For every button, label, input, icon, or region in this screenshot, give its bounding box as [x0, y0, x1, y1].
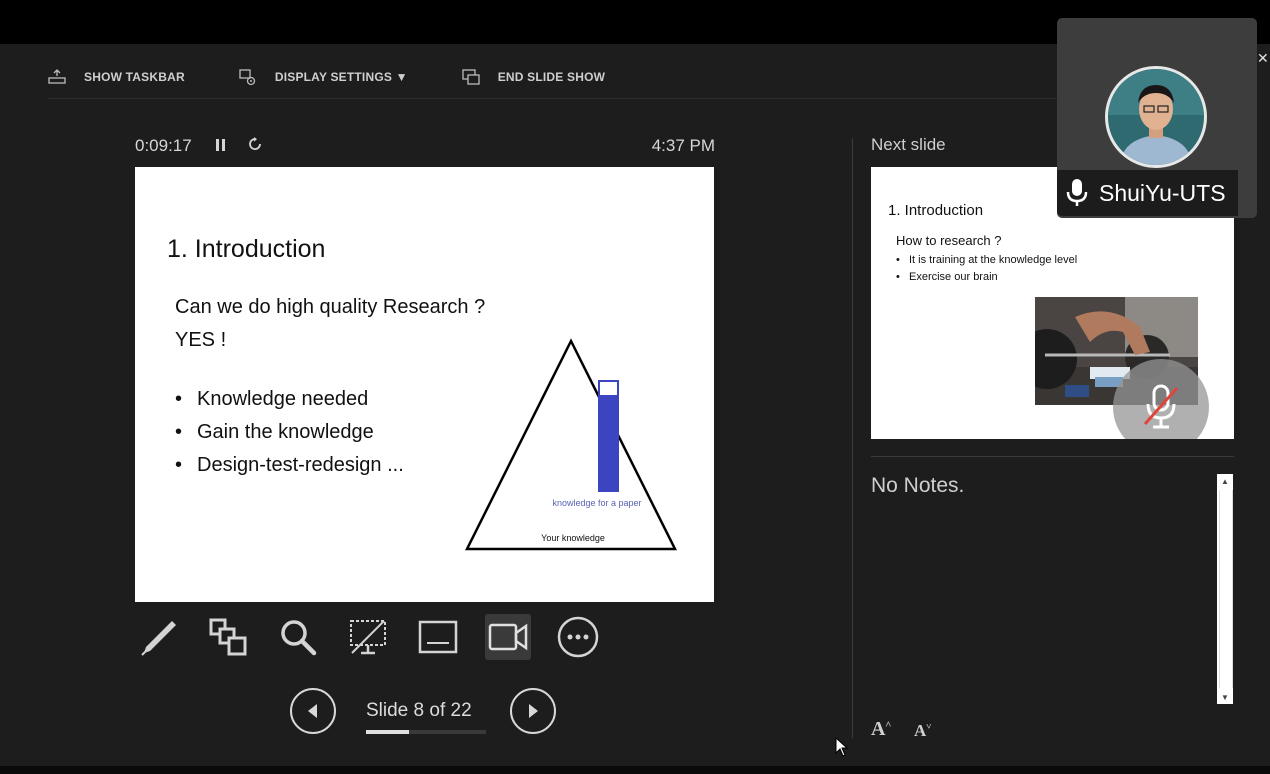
end-show-icon: [462, 68, 480, 86]
camera-toggle-button[interactable]: [485, 614, 531, 660]
show-taskbar-button[interactable]: SHOW TASKBAR: [48, 68, 185, 86]
current-time: 4:37 PM: [651, 136, 715, 155]
display-settings-icon: [239, 68, 257, 86]
screen-off-icon: [350, 620, 386, 655]
diagram-base-label: Your knowledge: [541, 533, 605, 543]
more-options-icon: [557, 616, 599, 658]
mouse-cursor-icon: [835, 737, 849, 757]
pause-timer-button[interactable]: [215, 137, 227, 157]
end-slide-show-button[interactable]: END SLIDE SHOW: [462, 68, 605, 86]
slide-progress-bar: [366, 730, 486, 734]
display-settings-button[interactable]: DISPLAY SETTINGS ▼: [239, 68, 408, 86]
speaker-notes: No Notes.: [871, 474, 965, 497]
knowledge-triangle-diagram: knowledge for a paper Your knowledge: [465, 338, 678, 551]
restart-icon: [249, 137, 261, 150]
next-slide-bullet: It is training at the knowledge level: [896, 252, 1077, 269]
increase-font-button[interactable]: A˄: [871, 718, 891, 741]
chevron-right-icon: [529, 704, 538, 718]
chevron-left-icon: [308, 704, 317, 718]
slide-bullet: Design-test-redesign ...: [175, 449, 404, 482]
current-slide[interactable]: 1. Introduction Can we do high quality R…: [135, 167, 714, 602]
presenter-toolbar: SHOW TASKBAR DISPLAY SETTINGS ▼ END SLID…: [48, 66, 659, 88]
show-taskbar-label: SHOW TASKBAR: [84, 70, 185, 84]
slide-question-line: Can we do high quality Research ?: [175, 296, 486, 318]
slide-bullet: Knowledge needed: [175, 383, 404, 416]
timer-row: 0:09:17 4:37 PM: [135, 136, 715, 158]
next-slide-title: 1. Introduction: [888, 202, 984, 219]
slide-progress-fill: [366, 730, 409, 734]
next-slide-subtitle: How to research ?: [896, 233, 1002, 248]
mic-icon: [1066, 179, 1088, 206]
decrease-font-button[interactable]: A˅: [914, 721, 931, 741]
restart-timer-button[interactable]: [247, 136, 263, 157]
slide-bullet: Gain the knowledge: [175, 416, 404, 449]
video-camera-icon: [488, 623, 528, 651]
participant-photo: [1108, 69, 1204, 165]
black-screen-button[interactable]: [345, 614, 391, 660]
next-slide-button[interactable]: [510, 688, 556, 734]
slide-counter[interactable]: Slide 8 of 22: [366, 700, 472, 722]
subtitles-button[interactable]: [415, 614, 461, 660]
end-slide-show-label: END SLIDE SHOW: [497, 70, 606, 84]
toolbar-divider: [48, 98, 1058, 99]
magnifier-icon: [281, 620, 317, 656]
next-slide-bullet: Exercise our brain: [896, 269, 1077, 286]
slide-bullet-list: Knowledge needed Gain the knowledge Desi…: [175, 383, 404, 482]
window-bottom-strip: [0, 766, 1270, 774]
scroll-down-arrow[interactable]: ▼: [1217, 690, 1233, 704]
more-options-button[interactable]: [555, 614, 601, 660]
participant-name: ShuiYu-UTS: [1099, 179, 1226, 206]
zoom-button[interactable]: [275, 614, 321, 660]
slide-answer-line: YES !: [175, 329, 227, 351]
display-settings-label: DISPLAY SETTINGS ▼: [274, 70, 408, 84]
participant-avatar: [1105, 66, 1207, 168]
scroll-up-arrow[interactable]: ▲: [1217, 474, 1233, 488]
previous-slide-button[interactable]: [290, 688, 336, 734]
slide-grid-icon: [209, 618, 247, 656]
elapsed-timer: 0:09:17: [135, 136, 192, 155]
pen-tool-button[interactable]: [135, 614, 181, 660]
notes-divider[interactable]: [871, 456, 1234, 457]
taskbar-icon: [48, 68, 66, 86]
diagram-inner-label: knowledge for a paper: [552, 498, 641, 508]
see-all-slides-button[interactable]: [205, 614, 251, 660]
next-slide-bullets: It is training at the knowledge level Ex…: [896, 252, 1077, 286]
pen-icon: [141, 621, 176, 656]
slide-title: 1. Introduction: [167, 235, 326, 263]
mic-muted-icon: [1143, 384, 1179, 429]
notes-scrollbar[interactable]: ▲ ▼: [1217, 474, 1233, 704]
participant-video-panel[interactable]: ShuiYu-UTS: [1057, 18, 1257, 218]
next-slide-label: Next slide: [871, 135, 946, 154]
pause-icon: [216, 139, 225, 151]
scroll-thumb[interactable]: [1219, 490, 1233, 688]
slide-question: Can we do high quality Research ? YES !: [175, 291, 485, 357]
knowledge-triangle: [465, 338, 678, 551]
slide-tools: [135, 614, 625, 660]
close-video-icon[interactable]: ✕: [1257, 50, 1269, 67]
knowledge-bar-fill: [599, 395, 618, 491]
subtitles-icon: [418, 620, 458, 654]
participant-name-tag: ShuiYu-UTS: [1057, 170, 1238, 216]
pane-divider[interactable]: [852, 138, 853, 738]
